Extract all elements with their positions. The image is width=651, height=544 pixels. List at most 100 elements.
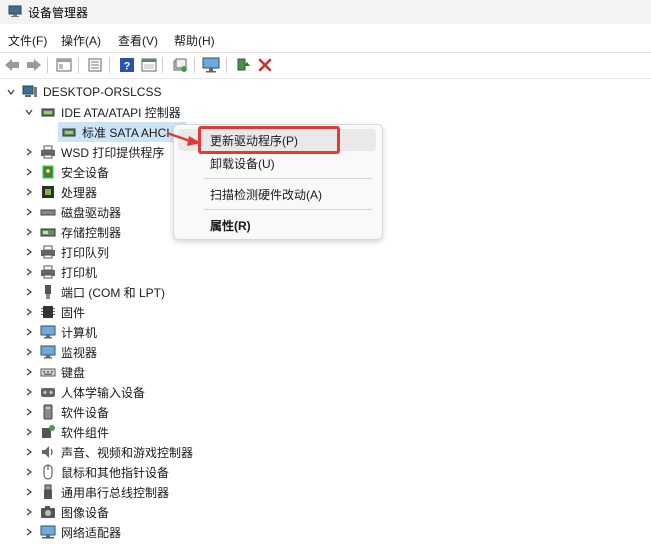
tree-item-sound[interactable]: 声音、视频和游戏控制器 [24,442,193,462]
computer-icon [22,84,38,100]
chevron-right-icon[interactable] [24,447,34,457]
chevron-right-icon[interactable] [24,327,34,337]
menu-item-label: 卸载设备(U) [210,156,275,171]
chevron-right-icon[interactable] [24,487,34,497]
menu-file[interactable]: 文件(F) [6,31,49,50]
chevron-right-icon[interactable] [24,287,34,297]
tree-item-monitor[interactable]: 监视器 [24,342,97,362]
chevron-right-icon[interactable] [24,247,34,257]
firmware-icon [40,304,56,320]
menu-separator [204,209,372,210]
properties-icon[interactable] [54,55,74,75]
chevron-right-icon[interactable] [24,347,34,357]
tree-item-hid[interactable]: 人体学输入设备 [24,382,145,402]
chevron-right-icon[interactable] [24,367,34,377]
tree-item-disk[interactable]: 磁盘驱动器 [24,202,121,222]
software-device-icon [40,404,56,420]
menu-help[interactable]: 帮助(H) [172,31,217,50]
printer-icon [40,244,56,260]
chevron-right-icon[interactable] [24,227,34,237]
chevron-down-icon[interactable] [24,107,34,117]
network-adapter-icon [40,524,56,540]
tree-item-usb[interactable]: 通用串行总线控制器 [24,482,169,502]
menu-view[interactable]: 查看(V) [116,31,160,50]
printer-icon [40,144,56,160]
monitor-icon[interactable] [201,55,221,75]
tree-item-storage[interactable]: 存储控制器 [24,222,121,242]
scan-icon[interactable] [170,55,190,75]
chevron-right-icon[interactable] [24,267,34,277]
chevron-right-icon[interactable] [24,387,34,397]
tree-item-label: 处理器 [61,185,98,200]
tree-item-network[interactable]: 网络适配器 [24,522,121,542]
tree-item-ide[interactable]: IDE ATA/ATAPI 控制器 [24,102,181,122]
annotation-highlight [198,126,340,154]
uninstall-icon[interactable] [255,55,275,75]
help-icon[interactable]: ? [117,55,137,75]
tree-item-label: 通用串行总线控制器 [61,485,170,500]
forward-icon[interactable] [24,55,44,75]
svg-text:?: ? [124,61,131,73]
tree-item-print-queue[interactable]: 打印队列 [24,242,109,262]
menu-scan-hardware[interactable]: 扫描检测硬件改动(A) [178,183,376,205]
enable-driver-icon[interactable] [233,55,253,75]
tree-item-keyboard[interactable]: 键盘 [24,362,85,382]
tree-item-printer[interactable]: 打印机 [24,262,97,282]
chevron-right-icon[interactable] [24,467,34,477]
hid-icon [40,384,56,400]
view-icon[interactable] [139,55,159,75]
tree-item-label: 安全设备 [61,165,110,180]
port-icon [40,284,56,300]
tree-item-label: 声音、视频和游戏控制器 [61,445,194,460]
ide-controller-icon [61,124,77,140]
tree-item-label: 监视器 [61,345,98,360]
chevron-right-icon[interactable] [24,427,34,437]
menu-bar: 文件(F) 操作(A) 查看(V) 帮助(H) [0,28,651,50]
chevron-right-icon[interactable] [24,407,34,417]
tree-item-label: 软件组件 [61,425,110,440]
chevron-right-icon[interactable] [24,507,34,517]
chevron-right-icon[interactable] [24,167,34,177]
tree-item-label: 磁盘驱动器 [61,205,122,220]
toolbar: ? [0,52,651,77]
title-bar: 设备管理器 [0,0,651,24]
security-chip-icon [40,164,56,180]
tree-item-ports[interactable]: 端口 (COM 和 LPT) [24,282,165,302]
list-icon[interactable] [85,55,105,75]
processor-icon [40,184,56,200]
chevron-down-icon[interactable] [6,87,16,97]
menu-item-label: 属性(R) [210,218,251,233]
tree-item-label: 键盘 [61,365,86,380]
tree-item-imaging[interactable]: 图像设备 [24,502,109,522]
tree-item-label: 端口 (COM 和 LPT) [61,285,165,300]
tree-item-label: 标准 SATA AHCI [82,125,170,140]
tree-item-computer[interactable]: 计算机 [24,322,97,342]
tree-item-mouse[interactable]: 鼠标和其他指针设备 [24,462,169,482]
tree-item-software-device[interactable]: 软件设备 [24,402,109,422]
chevron-right-icon[interactable] [24,307,34,317]
back-icon[interactable] [2,55,22,75]
usb-icon [40,484,56,500]
tree-root[interactable]: DESKTOP-ORSLCSS [6,82,161,102]
menu-action[interactable]: 操作(A) [59,31,103,50]
menu-properties[interactable]: 属性(R) [178,214,376,236]
storage-controller-icon [40,224,56,240]
monitor-icon [40,324,56,340]
menu-uninstall-device[interactable]: 卸载设备(U) [178,152,376,174]
tree-item-software-component[interactable]: 软件组件 [24,422,109,442]
tree-item-label: 网络适配器 [61,525,122,540]
chevron-right-icon[interactable] [24,527,34,537]
disk-drive-icon [40,204,56,220]
tree-item-wsd[interactable]: WSD 打印提供程序 [24,142,164,162]
tree-item-processor[interactable]: 处理器 [24,182,97,202]
chevron-right-icon[interactable] [24,207,34,217]
tree-item-label: 软件设备 [61,405,110,420]
tree-item-security[interactable]: 安全设备 [24,162,109,182]
chevron-right-icon[interactable] [24,147,34,157]
menu-item-label: 扫描检测硬件改动(A) [210,187,322,202]
keyboard-icon [40,364,56,380]
computer-name: DESKTOP-ORSLCSS [43,85,162,99]
tree-item-firmware[interactable]: 固件 [24,302,85,322]
camera-icon [40,504,56,520]
chevron-right-icon[interactable] [24,187,34,197]
